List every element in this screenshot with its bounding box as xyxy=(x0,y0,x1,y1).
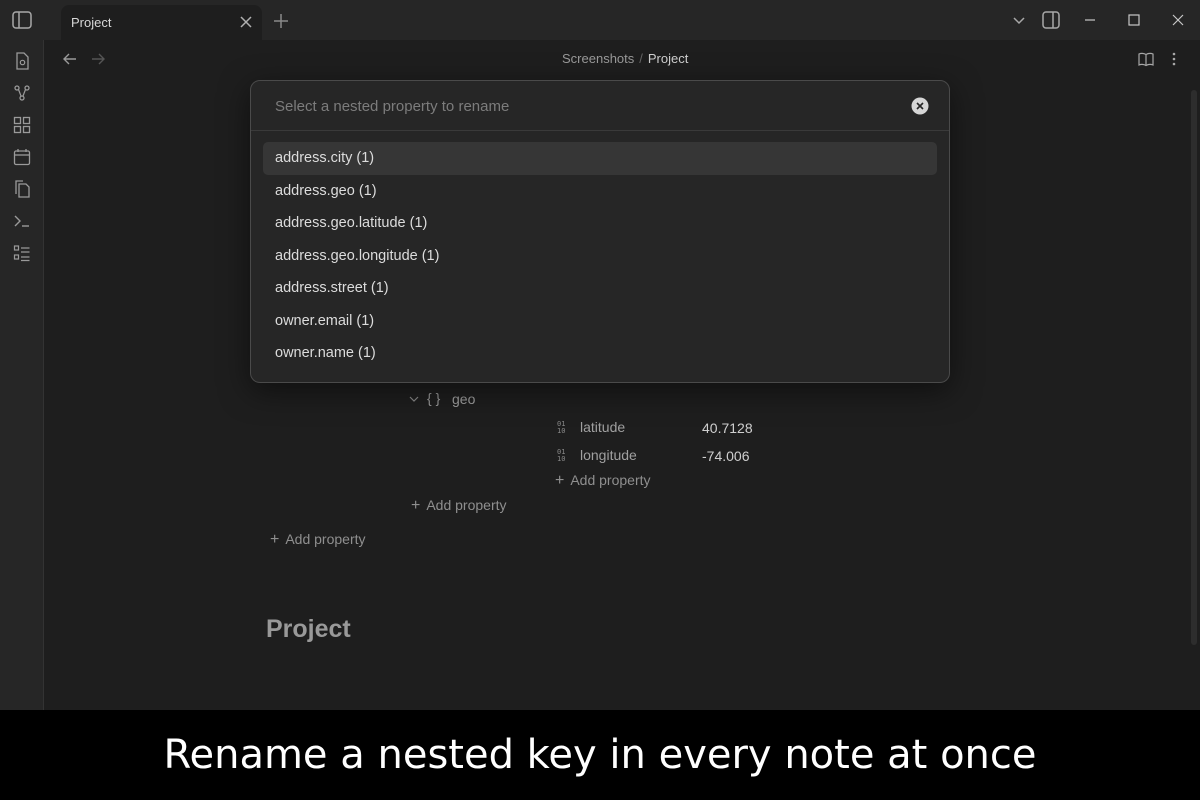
copy-files-icon[interactable] xyxy=(13,180,31,198)
canvas-grid-icon[interactable] xyxy=(13,116,31,134)
plus-icon: + xyxy=(270,531,280,548)
breadcrumb-separator: / xyxy=(639,51,643,66)
modal-search xyxy=(251,81,949,131)
suggestion-item[interactable]: owner.name (1) xyxy=(263,337,937,370)
breadcrumb: Screenshots / Project xyxy=(562,51,688,66)
sidebar-toggle-icon[interactable] xyxy=(12,11,32,29)
clear-search-icon[interactable] xyxy=(911,97,929,115)
chevron-down-icon[interactable] xyxy=(1010,11,1028,29)
back-arrow-icon[interactable] xyxy=(62,51,78,67)
minimize-icon[interactable] xyxy=(1081,11,1099,29)
suggestion-item[interactable]: address.city (1) xyxy=(263,142,937,175)
suggestion-item[interactable]: address.street (1) xyxy=(263,272,937,305)
add-property-label: Add property xyxy=(570,472,651,488)
close-icon[interactable] xyxy=(238,14,254,30)
terminal-icon[interactable] xyxy=(13,212,31,230)
calendar-icon[interactable] xyxy=(13,148,31,166)
property-key-longitude[interactable]: longitude xyxy=(580,447,637,463)
new-tab-icon[interactable] xyxy=(272,12,290,30)
number-icon: 01 10 xyxy=(557,420,566,435)
breadcrumb-current[interactable]: Project xyxy=(648,51,688,66)
add-property-label: Add property xyxy=(426,497,507,513)
rename-property-modal: address.city (1) address.geo (1) address… xyxy=(250,80,950,383)
tab-label: Project xyxy=(71,15,112,30)
breadcrumb-parent[interactable]: Screenshots xyxy=(562,51,634,66)
plus-icon: + xyxy=(555,472,565,489)
suggestion-item[interactable]: address.geo.longitude (1) xyxy=(263,240,937,273)
title-bar: Project xyxy=(0,0,1200,40)
checklist-icon[interactable] xyxy=(13,244,31,262)
suggestion-item[interactable]: owner.email (1) xyxy=(263,305,937,338)
add-property-button[interactable]: + Add property xyxy=(270,531,366,549)
file-search-icon[interactable] xyxy=(13,52,31,70)
maximize-icon[interactable] xyxy=(1125,11,1143,29)
plus-icon: + xyxy=(411,497,421,514)
suggestion-item[interactable]: address.geo (1) xyxy=(263,175,937,208)
add-property-button[interactable]: + Add property xyxy=(555,472,651,490)
property-value-longitude[interactable]: -74.006 xyxy=(702,448,749,464)
property-key-latitude[interactable]: latitude xyxy=(580,419,625,435)
window-close-icon[interactable] xyxy=(1169,11,1187,29)
suggestion-item[interactable]: address.geo.latitude (1) xyxy=(263,207,937,240)
forward-arrow-icon[interactable] xyxy=(90,51,106,67)
graph-view-icon[interactable] xyxy=(13,84,31,102)
reading-view-icon[interactable] xyxy=(1138,51,1154,67)
note-heading: Project xyxy=(266,615,351,643)
right-sidebar-toggle-icon[interactable] xyxy=(1042,11,1060,29)
add-property-label: Add property xyxy=(285,531,366,547)
caption-text: Rename a nested key in every note at onc… xyxy=(163,732,1037,778)
add-property-button[interactable]: + Add property xyxy=(411,497,507,515)
tab-project[interactable]: Project xyxy=(61,5,262,40)
chevron-down-icon[interactable] xyxy=(408,393,420,405)
property-key-geo[interactable]: geo xyxy=(452,391,475,407)
left-ribbon xyxy=(0,40,44,710)
number-icon: 01 10 xyxy=(557,448,566,463)
suggestion-list: address.city (1) address.geo (1) address… xyxy=(263,142,937,370)
search-input[interactable] xyxy=(263,91,903,121)
property-value-latitude[interactable]: 40.7128 xyxy=(702,420,753,436)
scrollbar[interactable] xyxy=(1191,90,1197,645)
object-icon: { } xyxy=(427,390,441,406)
more-options-icon[interactable] xyxy=(1166,51,1182,67)
caption-bar: Rename a nested key in every note at onc… xyxy=(0,710,1200,800)
